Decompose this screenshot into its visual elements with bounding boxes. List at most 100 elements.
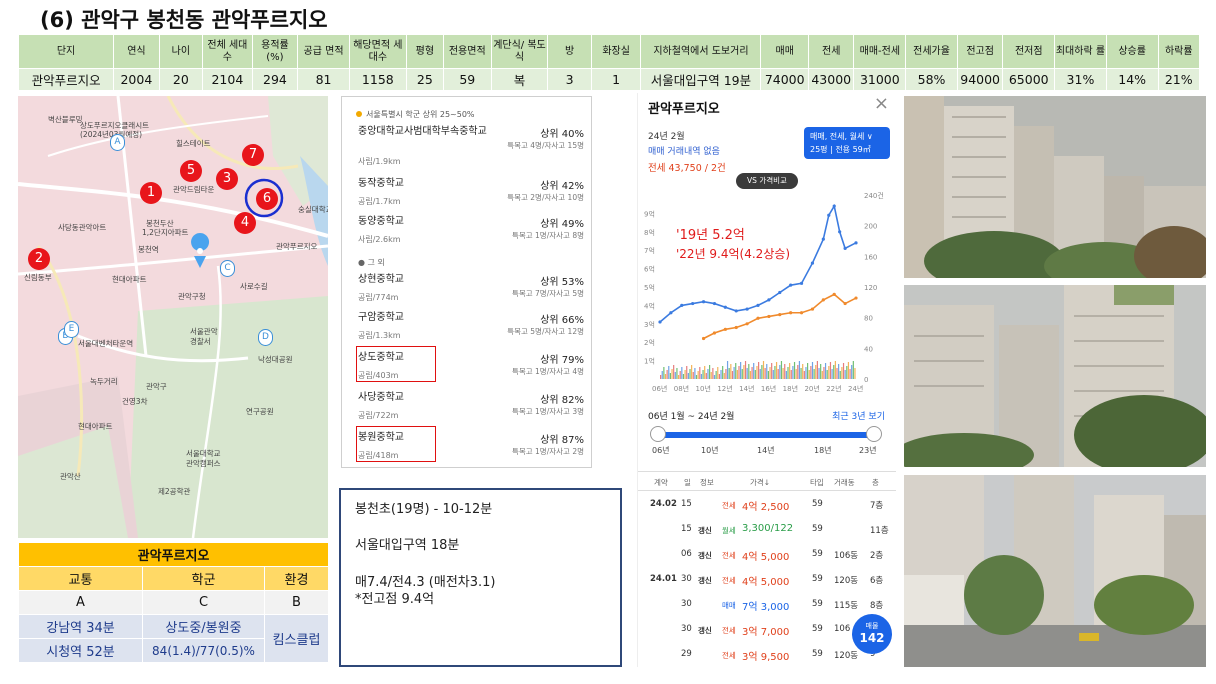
date-range: 06년 1월 ~ 24년 2월 (648, 412, 735, 422)
map-place-label: 신림동부 (24, 273, 52, 282)
map-marker-4[interactable]: 4 (234, 212, 256, 234)
volume-bar (677, 375, 680, 379)
volume-bar (762, 361, 765, 379)
tx-month: 24.01 (650, 574, 677, 584)
school-type-distance: 공립/722m (358, 411, 399, 420)
summary-header-cell: 매매-전세 (853, 34, 907, 69)
transaction-row[interactable]: 24.02 15 전세 4억 2,500 59 7층 (638, 493, 896, 518)
volume-bar (679, 371, 681, 379)
map-marker-5[interactable]: 5 (180, 160, 202, 182)
series-point (701, 336, 706, 341)
x-tick: 06년 (652, 384, 667, 393)
listing-count-badge[interactable]: 매물 142 (852, 614, 892, 654)
school-rank: 상위 66% (540, 315, 584, 326)
school-detail: 특목고 1명/자사고 3명 (511, 407, 584, 416)
range-slider-track[interactable] (658, 432, 874, 438)
volume-bar (669, 373, 671, 379)
map-place-label: 경찰서 (190, 337, 211, 346)
range-slider-start-handle[interactable] (650, 426, 666, 442)
slider-label-mid2: 14년 (757, 446, 775, 455)
school-name: 상현중학교 (358, 274, 404, 285)
volume-bar (821, 371, 823, 379)
badge-label: 매물 (865, 622, 879, 630)
info-header-school: 학군 (142, 566, 265, 591)
slider-label-mid3: 18년 (814, 446, 832, 455)
col-price[interactable]: 가격↓ (750, 477, 770, 488)
school-type-distance: 공립/1.3km (358, 331, 401, 340)
map-pin-E[interactable]: E (64, 321, 79, 338)
tx-amount: 4억 5,000 (742, 577, 790, 588)
y-left-tick: 7억 (644, 247, 655, 255)
map-pin-D[interactable]: D (258, 329, 273, 346)
school-type-distance: 공립/1.7km (358, 197, 401, 206)
volume-bar (829, 362, 832, 379)
school-rank: 상위 42% (540, 181, 584, 192)
col-info: 정보 (700, 478, 714, 487)
map-place-label: 제2공학관 (158, 487, 191, 496)
transaction-row[interactable]: 30 매매 7억 3,000 59 115동 8층 (638, 593, 896, 618)
volume-bar (802, 364, 804, 379)
tx-floor: 2층 (870, 551, 884, 561)
summary-header-cell: 지하철역에서 도보거리 (640, 34, 762, 69)
recent-3y-link[interactable]: 최근 3년 보기 (832, 409, 885, 422)
map-place-label: 관악드림타운 (173, 185, 215, 194)
filter-line-1: 매매, 전세, 월세 ∨ (810, 132, 873, 141)
volume-bar (754, 370, 756, 379)
volume-bar (803, 371, 805, 379)
y-right-tick: 160 (864, 253, 877, 261)
tx-info: 갱신 (698, 551, 712, 560)
map-place-label: 사로수길 (240, 282, 268, 291)
range-slider-end-handle[interactable] (866, 426, 882, 442)
close-icon[interactable]: × (874, 93, 889, 114)
slider-label-mid1: 10년 (701, 446, 719, 455)
map-pin-C[interactable]: C (220, 260, 235, 277)
map-place-label: 힐스테이트 (176, 139, 211, 148)
school-row[interactable]: 중앙대학교사범대학부속중학교 사립/1.9km 상위 40% 특목고 4명/자사고 1… (358, 125, 584, 166)
map-marker-2[interactable]: 2 (28, 248, 50, 270)
trade-filter-button[interactable]: 매매, 전세, 월세 ∨ 25평 | 전용 59㎡ (804, 127, 890, 159)
info-header-env: 환경 (263, 566, 330, 591)
transaction-row[interactable]: 06 갱신 전세 4억 5,000 59 106동 2층 (638, 543, 896, 568)
summary-header-row: 단지 연식 나이 전체 세대수 용적률 (%) 공급 면적 해당면적 세대수 평형 전용면적 계단… (17, 34, 1200, 69)
transaction-row[interactable]: 24.01 30 갱신 전세 4억 5,000 59 120동 6층 (638, 568, 896, 593)
volume-bar (784, 364, 786, 379)
series-point (745, 307, 749, 311)
volume-bar (834, 361, 836, 379)
series-point (680, 303, 684, 307)
school-row[interactable]: 동작중학교 공립/1.7km 상위 42% 특목고 2명/자사고 10명 (358, 177, 584, 217)
summary-value-cell: 31000 (853, 68, 907, 91)
volume-bar (748, 364, 750, 379)
school-name: 중앙대학교사범대학부속중학교 (358, 126, 487, 137)
volume-bar (702, 370, 704, 379)
summary-header-cell: 하락률 (1157, 34, 1200, 69)
map-marker-3[interactable]: 3 (216, 168, 238, 190)
tx-amount: 4억 5,000 (742, 552, 790, 563)
school-row[interactable]: 구암중학교 공립/1.3km 상위 66% 특목고 5명/자사고 12명 (358, 311, 584, 351)
location-map[interactable]: 벽산블루밍 상도푸르지오클래시트 (2024년03월예정) 힐스테이트 사당동관악아트 관… (18, 96, 328, 538)
summary-header-cell: 전세 (807, 34, 855, 69)
series-point (756, 316, 760, 320)
tx-dong: 106동 (834, 551, 859, 561)
series-point (832, 292, 836, 296)
volume-bar (808, 370, 810, 379)
transaction-row[interactable]: 15 갱신 월세 3,300/122 59 11층 (638, 518, 896, 543)
x-tick: 22년 (826, 384, 841, 393)
school-row[interactable]: 상현중학교 공립/774m 상위 53% 특목고 7명/자사고 5명 (358, 273, 584, 313)
tx-info: 갱신 (698, 576, 712, 585)
apartment-photo-2 (904, 285, 1206, 467)
map-pin-A[interactable]: A (110, 134, 125, 151)
map-marker-6[interactable]: 6 (256, 188, 278, 210)
jeonse-summary: 전세 43,750 / 2건 (648, 163, 726, 174)
transaction-header: 계약 일 정보 가격↓ 타입 거래동 층 (638, 471, 896, 491)
volume-bar (661, 371, 663, 379)
volume-bar (816, 361, 818, 379)
series-point (789, 311, 793, 315)
map-marker-7[interactable]: 7 (242, 144, 264, 166)
map-marker-1[interactable]: 1 (140, 182, 162, 204)
school-row[interactable]: 동양중학교 사립/2.6km 상위 49% 특목고 1명/자사고 8명 (358, 215, 584, 255)
school-rank: 상위 87% (540, 435, 584, 446)
volume-bar (854, 368, 856, 379)
summary-value-cell: 58% (905, 68, 958, 91)
school-row[interactable]: 사당중학교 공립/722m 상위 82% 특목고 1명/자사고 3명 (358, 391, 584, 431)
volume-bar (790, 370, 792, 379)
